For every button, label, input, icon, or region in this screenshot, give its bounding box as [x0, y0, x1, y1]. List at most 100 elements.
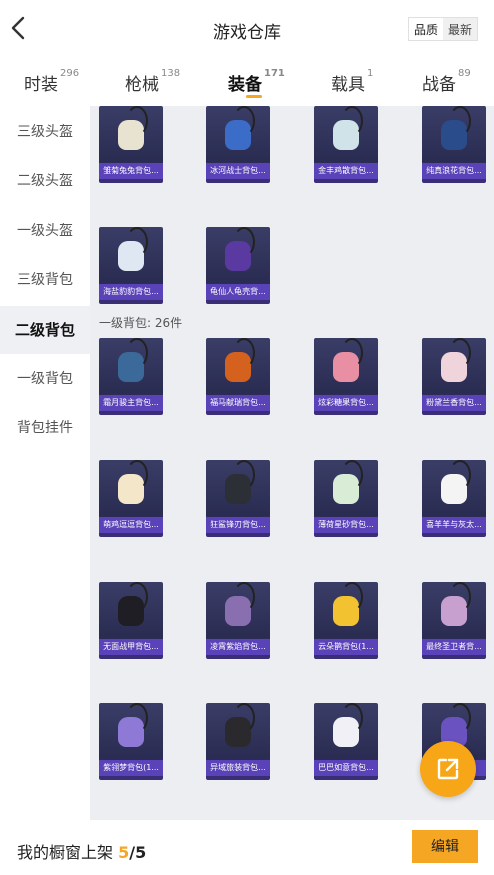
sidebar-item-helmet-3[interactable]: 三级头盔 [0, 108, 90, 156]
item-card[interactable]: 巴巴如意背包... [314, 703, 378, 780]
sidebar-item-backpack-charm[interactable]: 背包挂件 [0, 404, 90, 452]
backpack-thumbnail [206, 106, 270, 164]
item-grid: 一级背包: 26件 雏菊兔兔背包... 冰河战士背包... 金丰鸡散背包... 纯真浪… [90, 106, 494, 820]
item-name-label: 萌鸡逗逗背包... [99, 517, 163, 533]
backpack-icon [225, 703, 255, 747]
sidebar-item-backpack-2[interactable]: 二级背包 [0, 306, 90, 354]
backpack-thumbnail [314, 582, 378, 640]
backpack-thumbnail [422, 106, 486, 164]
backpack-icon [441, 460, 471, 504]
item-card[interactable]: 紫翎梦背包(1... [99, 703, 163, 780]
showcase-status: 我的橱窗上架 5/5 [17, 839, 146, 863]
item-card[interactable]: 凌霄紫焰背包... [206, 582, 270, 659]
backpack-thumbnail [422, 460, 486, 518]
item-name-label: 福马献瑞背包... [206, 395, 270, 411]
item-name-label: 云朵鹊背包(1... [314, 639, 378, 655]
item-card[interactable]: 海盐豹豹背包... [99, 227, 163, 304]
sort-quality-button[interactable]: 品质 [408, 18, 443, 40]
tab-equipment[interactable]: 装备171 [228, 68, 285, 95]
item-card[interactable]: 无面战甲背包... [99, 582, 163, 659]
item-card[interactable]: 霜月骏主背包... [99, 338, 163, 415]
item-name-label: 海盐豹豹背包... [99, 284, 163, 300]
backpack-thumbnail [206, 338, 270, 396]
backpack-thumbnail [314, 338, 378, 396]
category-tabs: 时装296 枪械138 装备171 载具1 战备89 [0, 58, 494, 106]
item-name-label: 喜羊羊与灰太... [422, 517, 486, 533]
backpack-thumbnail [99, 460, 163, 518]
backpack-icon [441, 106, 471, 150]
item-card[interactable]: 狂鲨锋刃背包... [206, 460, 270, 537]
top-bar: 游戏仓库 品质 最新 [0, 0, 494, 58]
item-name-label: 龟仙人龟壳背... [206, 284, 270, 300]
backpack-icon [333, 460, 363, 504]
backpack-thumbnail [206, 460, 270, 518]
item-name-label: 凌霄紫焰背包... [206, 639, 270, 655]
item-card[interactable]: 异域旅装背包... [206, 703, 270, 780]
item-name-label: 最终圣卫者背... [422, 639, 486, 655]
item-card[interactable]: 薄荷星砂背包... [314, 460, 378, 537]
item-card[interactable]: 萌鸡逗逗背包... [99, 460, 163, 537]
item-card[interactable]: 纯真浪花背包... [422, 106, 486, 183]
item-name-label: 异域旅装背包... [206, 760, 270, 776]
active-tab-indicator [246, 95, 262, 98]
item-name-label: 紫翎梦背包(1... [99, 760, 163, 776]
backpack-icon [333, 582, 363, 626]
backpack-icon [225, 227, 255, 271]
backpack-thumbnail [99, 582, 163, 640]
backpack-icon [441, 338, 471, 382]
backpack-icon [118, 227, 148, 271]
section-label-level1-backpack: 一级背包: 26件 [99, 316, 183, 330]
backpack-thumbnail [206, 582, 270, 640]
item-card[interactable]: 粉黛兰香背包... [422, 338, 486, 415]
sort-newest-button[interactable]: 最新 [443, 18, 477, 40]
backpack-thumbnail [314, 106, 378, 164]
item-card[interactable]: 雏菊兔兔背包... [99, 106, 163, 183]
item-name-label: 纯真浪花背包... [422, 163, 486, 179]
item-name-label: 薄荷星砂背包... [314, 517, 378, 533]
sidebar-item-backpack-1[interactable]: 一级背包 [0, 355, 90, 403]
backpack-icon [225, 338, 255, 382]
item-card[interactable]: 龟仙人龟壳背... [206, 227, 270, 304]
backpack-icon [333, 106, 363, 150]
item-name-label: 狂鲨锋刃背包... [206, 517, 270, 533]
backpack-icon [118, 460, 148, 504]
item-name-label: 粉黛兰香背包... [422, 395, 486, 411]
backpack-thumbnail [422, 338, 486, 396]
item-card[interactable]: 冰河战士背包... [206, 106, 270, 183]
backpack-icon [225, 106, 255, 150]
backpack-icon [118, 703, 148, 747]
showcase-footer: 我的橱窗上架 5/5 编辑 [0, 820, 494, 875]
backpack-icon [441, 582, 471, 626]
sidebar-item-backpack-3[interactable]: 三级背包 [0, 256, 90, 304]
item-card[interactable]: 福马献瑞背包... [206, 338, 270, 415]
sidebar-item-helmet-2[interactable]: 二级头盔 [0, 157, 90, 205]
item-name-label: 雏菊兔兔背包... [99, 163, 163, 179]
sort-toggle: 品质 最新 [407, 17, 478, 41]
item-card[interactable]: 云朵鹊背包(1... [314, 582, 378, 659]
sidebar-item-helmet-1[interactable]: 一级头盔 [0, 207, 90, 255]
item-card[interactable]: 炫彩糖果背包... [314, 338, 378, 415]
backpack-icon [118, 338, 148, 382]
tab-vehicles[interactable]: 载具1 [331, 68, 373, 95]
tab-guns[interactable]: 枪械138 [125, 68, 180, 95]
showcase-total-count: 5 [135, 843, 147, 862]
backpack-icon [333, 703, 363, 747]
item-card[interactable]: 最终圣卫者背... [422, 582, 486, 659]
tab-supplies[interactable]: 战备89 [422, 68, 471, 95]
item-name-label: 霜月骏主背包... [99, 395, 163, 411]
share-fab-button[interactable] [420, 741, 476, 797]
sidebar: 三级头盔 二级头盔 一级头盔 三级背包 二级背包 一级背包 背包挂件 [0, 106, 90, 820]
edit-button[interactable]: 编辑 [412, 830, 478, 863]
backpack-thumbnail [206, 227, 270, 285]
showcase-current-count: 5 [118, 843, 130, 862]
share-external-icon [437, 758, 459, 780]
item-name-label: 金丰鸡散背包... [314, 163, 378, 179]
item-name-label: 无面战甲背包... [99, 639, 163, 655]
backpack-thumbnail [314, 460, 378, 518]
tab-fashion[interactable]: 时装296 [24, 68, 79, 95]
item-card[interactable]: 喜羊羊与灰太... [422, 460, 486, 537]
backpack-icon [118, 106, 148, 150]
showcase-label: 我的橱窗上架 [17, 843, 114, 862]
backpack-thumbnail [99, 227, 163, 285]
item-card[interactable]: 金丰鸡散背包... [314, 106, 378, 183]
